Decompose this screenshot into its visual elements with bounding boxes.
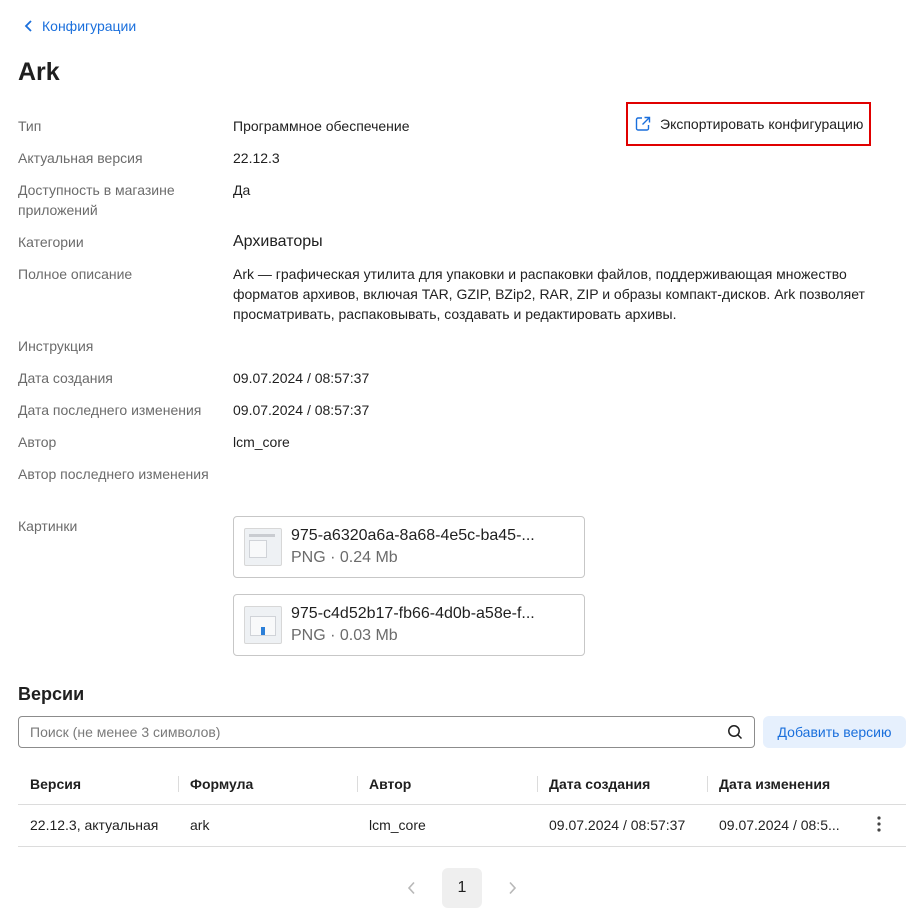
next-page-button[interactable] (500, 868, 524, 908)
versions-search (18, 716, 755, 748)
image-file-meta: PNG · 0.24 Mb (291, 549, 398, 566)
prop-key: Картинки (18, 518, 78, 534)
prop-value: 22.12.3 (233, 150, 280, 166)
prop-type: Тип Программное обеспечение (18, 116, 878, 148)
table-header-row: Версия Формула Автор Дата создания Дата … (18, 764, 906, 805)
image-file-name: 975-c4d52b17-fb66-4d0b-a58e-f... (291, 605, 535, 622)
prop-value: Ark — графическая утилита для упаковки и… (233, 266, 865, 322)
prop-key: Полное описание (18, 266, 133, 282)
prop-value: Программное обеспечение (233, 118, 410, 134)
back-link[interactable]: Конфигурации (24, 18, 136, 34)
prop-value (233, 336, 878, 368)
prop-key: Доступность в магазине приложений (18, 182, 175, 218)
versions-table: Версия Формула Автор Дата создания Дата … (18, 764, 906, 847)
column-header-modified[interactable]: Дата изменения (707, 764, 851, 805)
prop-author: Автор lcm_core (18, 432, 878, 464)
prop-instruction: Инструкция (18, 336, 878, 368)
page-button-current[interactable]: 1 (442, 868, 482, 908)
versions-search-input[interactable] (30, 724, 710, 740)
add-version-button[interactable]: Добавить версию (763, 716, 906, 748)
prop-categories: Категории Архиваторы (18, 232, 878, 264)
prop-key: Дата последнего изменения (18, 402, 202, 418)
prop-key: Автор (18, 434, 57, 450)
prop-value: Архиваторы (233, 233, 323, 250)
more-vertical-icon[interactable] (876, 815, 881, 832)
prev-page-button[interactable] (400, 868, 424, 908)
cell-version: 22.12.3, актуальная (18, 804, 178, 847)
versions-section-title: Версии (18, 684, 85, 704)
column-header-formula[interactable]: Формула (178, 764, 357, 805)
chevron-right-icon (509, 881, 517, 895)
row-actions (851, 804, 906, 847)
image-file-card[interactable]: 975-c4d52b17-fb66-4d0b-a58e-f... PNG · 0… (233, 594, 585, 656)
cell-formula: ark (178, 804, 357, 847)
prop-value: 09.07.2024 / 08:57:37 (233, 370, 370, 386)
cell-created: 09.07.2024 / 08:57:37 (537, 804, 707, 847)
images-list: 975-a6320a6a-8a68-4e5c-ba45-... PNG · 0.… (233, 516, 878, 672)
cell-modified: 09.07.2024 / 08:5... (707, 804, 851, 847)
prop-key: Автор последнего изменения (18, 466, 209, 482)
table-row[interactable]: 22.12.3, актуальная ark lcm_core 09.07.2… (18, 804, 906, 847)
column-header-created[interactable]: Дата создания (537, 764, 707, 805)
chevron-left-icon (24, 20, 32, 32)
prop-full-description: Полное описание Ark — графическая утилит… (18, 264, 878, 336)
prop-last-author: Автор последнего изменения (18, 464, 878, 516)
prop-key: Тип (18, 118, 42, 134)
image-file-name: 975-a6320a6a-8a68-4e5c-ba45-... (291, 527, 535, 544)
prop-key: Дата создания (18, 370, 113, 386)
search-icon[interactable] (727, 724, 743, 740)
prop-store-availability: Доступность в магазине приложений Да (18, 180, 878, 232)
prop-value: lcm_core (233, 434, 290, 450)
prop-value: Да (233, 182, 251, 198)
cell-author: lcm_core (357, 804, 537, 847)
image-file-meta: PNG · 0.03 Mb (291, 627, 398, 644)
prop-value (233, 464, 878, 516)
prop-key: Актуальная версия (18, 150, 143, 166)
column-header-author[interactable]: Автор (357, 764, 537, 805)
page-title: Ark (18, 58, 60, 86)
properties-list: Тип Программное обеспечение Актуальная в… (18, 116, 878, 672)
prop-key: Инструкция (18, 338, 94, 354)
pagination: 1 (400, 868, 524, 908)
image-file-card[interactable]: 975-a6320a6a-8a68-4e5c-ba45-... PNG · 0.… (233, 516, 585, 578)
column-header-version[interactable]: Версия (18, 764, 178, 805)
prop-key: Категории (18, 234, 84, 250)
chevron-left-icon (407, 881, 415, 895)
image-thumbnail (244, 606, 282, 644)
column-header-actions (851, 764, 906, 805)
prop-modified: Дата последнего изменения 09.07.2024 / 0… (18, 400, 878, 432)
image-thumbnail (244, 528, 282, 566)
prop-value: 09.07.2024 / 08:57:37 (233, 402, 370, 418)
prop-images: Картинки 975-a6320a6a-8a68-4e5c-ba45-...… (18, 516, 878, 672)
prop-created: Дата создания 09.07.2024 / 08:57:37 (18, 368, 878, 400)
back-link-label: Конфигурации (42, 18, 137, 34)
prop-current-version: Актуальная версия 22.12.3 (18, 148, 878, 180)
